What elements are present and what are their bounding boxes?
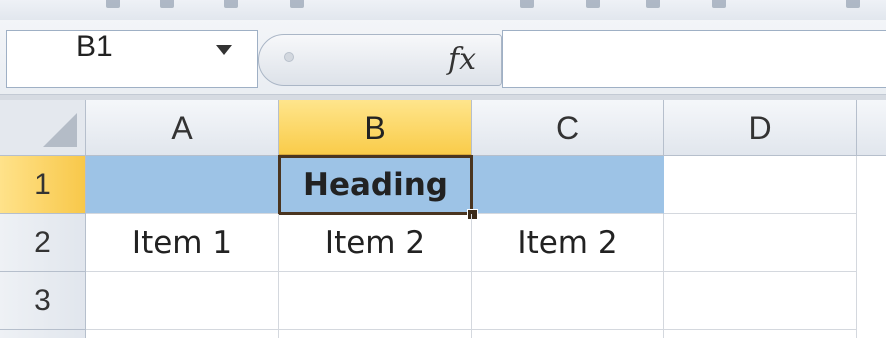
toolbar-icon[interactable] [160,0,174,8]
toolbar-icon[interactable] [290,0,304,8]
formula-bar: B1 fx [0,20,886,98]
toolbar-icon[interactable] [586,0,600,8]
column-header-partial[interactable] [857,100,886,156]
select-all-icon [43,113,77,147]
column-header-a[interactable]: A [86,100,279,156]
toolbar-icon[interactable] [106,0,120,8]
name-box-value: B1 [76,30,113,63]
cell-partial[interactable] [472,330,664,338]
select-all-button[interactable] [0,100,86,156]
ribbon-strip [0,0,886,21]
cell-d3[interactable] [664,272,857,330]
cell-b2[interactable]: Item 2 [279,214,472,272]
resize-handle-icon[interactable] [284,52,294,62]
cell-c2[interactable]: Item 2 [472,214,664,272]
row-header-1[interactable]: 1 [0,156,86,214]
column-header-d[interactable]: D [664,100,857,156]
insert-function-button[interactable]: fx [448,42,476,77]
chevron-down-icon[interactable] [216,45,232,55]
spreadsheet-grid: A B C D 1 2 3 Heading Item 1 Item 2 Item… [0,100,886,338]
toolbar-icon[interactable] [846,0,860,8]
cell-a1[interactable] [86,156,279,214]
row-header-3[interactable]: 3 [0,272,86,330]
toolbar-icon[interactable] [646,0,660,8]
cell-a3[interactable] [86,272,279,330]
name-box[interactable] [6,30,258,88]
row-header-partial[interactable] [0,330,86,338]
cell-c3[interactable] [472,272,664,330]
toolbar-icon[interactable] [712,0,726,8]
toolbar-icon[interactable] [520,0,534,8]
cell-b1[interactable]: Heading [278,155,473,215]
cell-partial[interactable] [86,330,279,338]
column-header-c[interactable]: C [472,100,664,156]
formula-input[interactable] [502,30,886,88]
toolbar-icon[interactable] [224,0,238,8]
column-header-b[interactable]: B [279,100,472,156]
cell-partial[interactable] [664,330,857,338]
cell-a2[interactable]: Item 1 [86,214,279,272]
cell-b3[interactable] [279,272,472,330]
cell-partial[interactable] [279,330,472,338]
cell-d1[interactable] [664,156,857,214]
row-header-2[interactable]: 2 [0,214,86,272]
cell-d2[interactable] [664,214,857,272]
cell-c1[interactable] [473,156,664,214]
